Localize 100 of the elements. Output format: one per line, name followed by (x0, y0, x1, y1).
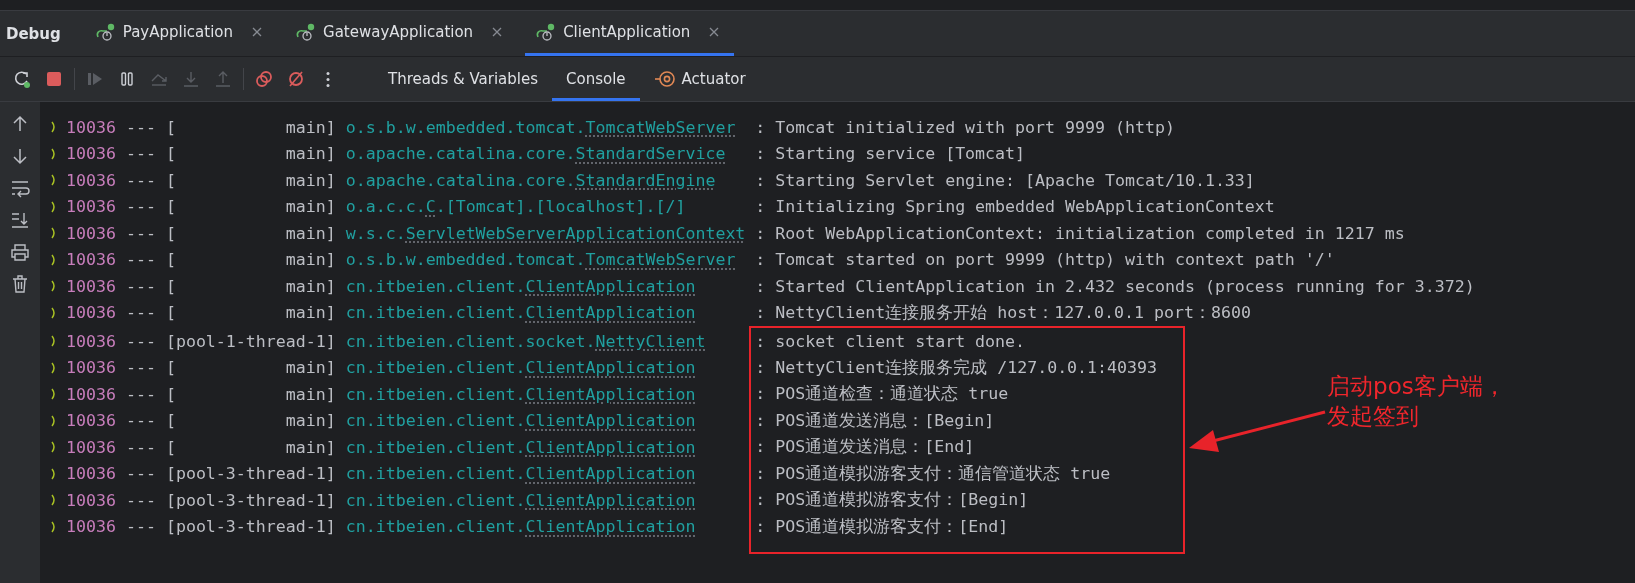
log-marker-icon (50, 226, 58, 241)
mute-breakpoints-icon (286, 69, 306, 89)
thread-name: [ main] (165, 197, 336, 217)
process-id: 10036 (66, 170, 116, 190)
log-marker-icon (50, 279, 58, 294)
log-message: : Tomcat started on port 9999 (http) with context path '/' (755, 250, 1335, 270)
log-marker-icon (50, 387, 58, 402)
logger-name[interactable]: cn.itbeien.client.ClientApplication (345, 464, 746, 484)
log-marker-icon (50, 173, 58, 188)
logger-name[interactable]: o.apache.catalina.core.StandardEngine (345, 170, 746, 190)
close-icon[interactable] (491, 26, 504, 38)
thread-name: [ main] (165, 223, 336, 243)
separator-text: --- (125, 384, 156, 404)
log-marker-icon (50, 252, 58, 267)
actuator-icon (653, 69, 676, 89)
separator-text: --- (125, 517, 156, 537)
separator-text: --- (125, 303, 156, 323)
view-tab[interactable]: Threads & Variables (374, 57, 553, 101)
log-message: : NettyClient连接服务开始 host：127.0.0.1 port：8600 (755, 301, 1251, 324)
separator-text: --- (125, 490, 156, 510)
scroll-to-end-icon[interactable] (10, 210, 30, 230)
process-id: 10036 (66, 223, 116, 243)
log-marker-icon (50, 440, 58, 455)
process-id: 10036 (66, 197, 116, 217)
log-message: : POS通道模拟游客支付：[End] (755, 515, 1009, 538)
thread-name: [ main] (165, 117, 336, 137)
close-icon[interactable] (708, 26, 721, 38)
logger-name[interactable]: o.s.b.w.embedded.tomcat.TomcatWebServer (345, 117, 746, 137)
logger-name[interactable]: cn.itbeien.client.ClientApplication (345, 358, 746, 378)
logger-name[interactable]: cn.itbeien.client.ClientApplication (345, 437, 746, 457)
run-tab[interactable]: GatewayApplication (285, 11, 518, 56)
process-id: 10036 (66, 384, 116, 404)
separator-text: --- (125, 144, 156, 164)
thread-name: [ main] (165, 437, 336, 457)
trash-icon[interactable] (10, 274, 30, 294)
log-message: : Root WebApplicationContext: initialization completed in 1217 ms (755, 223, 1405, 243)
logger-name[interactable]: cn.itbeien.client.ClientApplication (345, 276, 746, 296)
view-tab[interactable]: Actuator (639, 57, 760, 101)
thread-name: [ main] (165, 303, 336, 323)
logger-name[interactable]: o.apache.catalina.core.StandardService (345, 144, 746, 164)
logger-name[interactable]: cn.itbeien.client.ClientApplication (345, 411, 746, 431)
process-id: 10036 (66, 464, 116, 484)
separator-text: --- (125, 411, 156, 431)
logger-name[interactable]: o.s.b.w.embedded.tomcat.TomcatWebServer (345, 250, 746, 270)
thread-name: [ main] (165, 170, 336, 190)
log-message: : socket client start done. (755, 331, 1026, 351)
process-id: 10036 (66, 117, 116, 137)
separator-text: --- (125, 358, 156, 378)
stop-icon (44, 69, 64, 89)
thread-name: [ main] (165, 250, 336, 270)
run-tab[interactable]: PayApplication (84, 11, 278, 56)
run-config-icon (94, 23, 117, 41)
thread-name: [pool-1-thread-1] (165, 331, 336, 351)
log-marker-icon (50, 146, 58, 161)
log-message: : POS通道发送消息：[Begin] (755, 409, 995, 432)
log-message: : POS通道检查：通道状态 true (755, 383, 1009, 406)
log-marker-icon (50, 334, 58, 349)
rerun-icon (12, 69, 32, 89)
step-out-icon (213, 69, 233, 89)
log-message: : Initializing Spring embedded WebApplicationContext (755, 197, 1275, 217)
log-marker-icon (50, 519, 58, 534)
logger-name[interactable]: cn.itbeien.client.ClientApplication (345, 384, 746, 404)
down-arrow-icon[interactable] (10, 146, 30, 166)
logger-name[interactable]: cn.itbeien.client.ClientApplication (345, 303, 746, 323)
separator-text: --- (125, 437, 156, 457)
process-id: 10036 (66, 303, 116, 323)
log-message: : NettyClient连接服务完成 /127.0.0.1:40393 (755, 356, 1158, 379)
thread-name: [ main] (165, 276, 336, 296)
process-id: 10036 (66, 276, 116, 296)
view-tab[interactable]: Console (552, 57, 640, 101)
logger-name[interactable]: o.a.c.c.C.[Tomcat].[localhost].[/] (345, 197, 746, 217)
log-marker-icon (50, 466, 58, 481)
process-id: 10036 (66, 411, 116, 431)
process-id: 10036 (66, 250, 116, 270)
process-id: 10036 (66, 144, 116, 164)
separator-text: --- (125, 170, 156, 190)
logger-name[interactable]: cn.itbeien.client.ClientApplication (345, 517, 746, 537)
log-marker-icon (50, 360, 58, 375)
separator-text: --- (125, 331, 156, 351)
logger-name[interactable]: cn.itbeien.client.ClientApplication (345, 490, 746, 510)
annotation-text: 启动pos客户端， (1327, 372, 1506, 401)
separator-text: --- (125, 464, 156, 484)
print-icon[interactable] (10, 242, 30, 262)
thread-name: [pool-3-thread-1] (165, 517, 336, 537)
breakpoints-icon (254, 69, 274, 89)
log-message: : POS通道发送消息：[End] (755, 436, 975, 459)
log-message: : Starting service [Tomcat] (755, 144, 1026, 164)
logger-name[interactable]: w.s.c.ServletWebServerApplicationContext (345, 223, 746, 243)
thread-name: [pool-3-thread-1] (165, 464, 336, 484)
close-icon[interactable] (251, 26, 264, 38)
thread-name: [ main] (165, 384, 336, 404)
annotation-text: 发起签到 (1327, 401, 1421, 431)
thread-name: [ main] (165, 144, 336, 164)
log-marker-icon (50, 199, 58, 214)
logger-name[interactable]: cn.itbeien.client.socket.NettyClient (345, 331, 746, 351)
more-icon (326, 71, 330, 87)
separator-text: --- (125, 223, 156, 243)
soft-wrap-icon[interactable] (10, 178, 30, 198)
log-marker-icon (50, 413, 58, 428)
log-message: : Starting Servlet engine: [Apache Tomcat/10.1.33] (755, 170, 1255, 190)
